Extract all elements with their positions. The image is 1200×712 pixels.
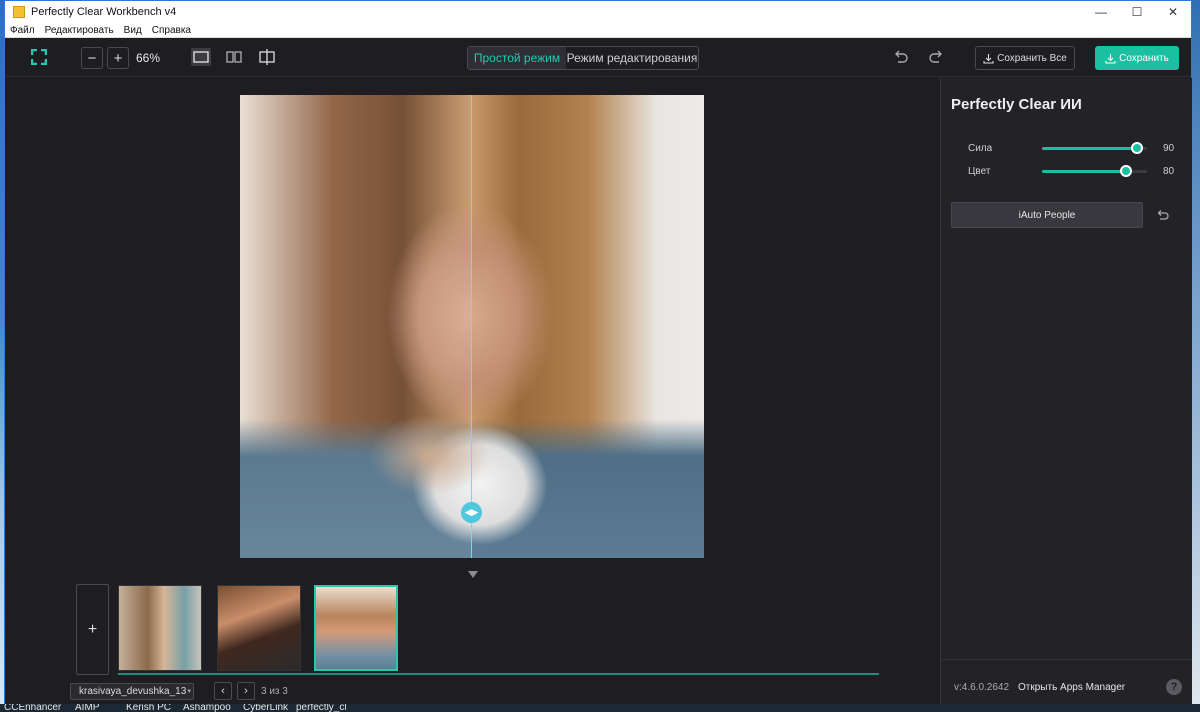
toolbar: − + 66% Простой режим Режим редактирован… xyxy=(5,39,1191,77)
chevron-down-icon: ▼ xyxy=(186,688,193,695)
version-text: v:4.6.0.2642 xyxy=(954,682,1010,693)
strength-label: Сила xyxy=(968,143,993,154)
title-bar: Perfectly Clear Workbench v4 — ☐ ✕ xyxy=(5,1,1191,23)
color-slider-thumb[interactable] xyxy=(1120,165,1132,177)
strength-slider-thumb[interactable] xyxy=(1130,142,1143,154)
panel-footer: v:4.6.0.2642 Открыть Apps Manager ? xyxy=(941,659,1192,706)
menu-file[interactable]: Файл xyxy=(5,25,40,36)
maximize-button[interactable]: ☐ xyxy=(1119,1,1155,23)
color-label: Цвет xyxy=(968,166,991,177)
save-all-button[interactable]: Сохранить Все xyxy=(975,46,1075,70)
prev-image-button[interactable]: ‹ xyxy=(214,682,232,700)
image-counter: 3 из 3 xyxy=(261,686,288,697)
single-view-icon xyxy=(193,51,209,63)
split-handle-icon[interactable]: ◀▶ xyxy=(461,502,482,523)
thumbnail-3[interactable] xyxy=(314,585,398,671)
app-window: Perfectly Clear Workbench v4 — ☐ ✕ Файл … xyxy=(4,0,1192,706)
strength-value: 90 xyxy=(1163,143,1175,154)
side-by-side-icon xyxy=(226,51,242,63)
side-by-side-button[interactable] xyxy=(224,48,244,66)
download-icon xyxy=(983,53,994,64)
menu-bar: Файл Редактировать Вид Справка xyxy=(5,23,1191,38)
canvas-area: ◀▶ + krasivaya_devushka_13 ▼ ‹ › 3 из 3 xyxy=(5,78,939,706)
simple-mode-tab[interactable]: Простой режим xyxy=(468,47,566,69)
taskbar-item[interactable]: Ashampoo xyxy=(183,704,231,712)
preset-button[interactable]: iAuto People xyxy=(951,202,1143,228)
window-title: Perfectly Clear Workbench v4 xyxy=(31,6,177,18)
reset-icon[interactable] xyxy=(1156,208,1170,222)
color-slider[interactable] xyxy=(1042,165,1147,177)
taskbar-item[interactable]: Kerish PC xyxy=(126,704,171,712)
thumbnail-1[interactable] xyxy=(118,585,202,671)
strength-slider[interactable] xyxy=(1042,142,1147,154)
split-line[interactable] xyxy=(471,95,472,558)
thumbnail-2[interactable] xyxy=(217,585,301,671)
taskbar-item[interactable]: CyberLink xyxy=(243,704,288,712)
desktop-edge xyxy=(1192,0,1200,704)
logo-icon xyxy=(31,49,47,65)
color-slider-fill xyxy=(1042,170,1126,173)
file-name: krasivaya_devushka_13 xyxy=(79,686,187,697)
zoom-out-button[interactable]: − xyxy=(81,47,103,69)
adjustments-panel: Perfectly Clear ИИ Сила 90 Цвет 80 iAuto… xyxy=(940,78,1192,706)
menu-help[interactable]: Справка xyxy=(147,25,196,36)
strength-slider-fill xyxy=(1042,147,1137,150)
undo-icon[interactable] xyxy=(893,49,909,65)
taskbar-item[interactable]: perfectly_cl xyxy=(296,704,347,712)
collapse-filmstrip-icon[interactable] xyxy=(468,571,478,578)
save-button[interactable]: Сохранить xyxy=(1095,46,1179,70)
close-button[interactable]: ✕ xyxy=(1155,1,1191,23)
edit-mode-tab[interactable]: Режим редактирования xyxy=(566,47,698,69)
color-value: 80 xyxy=(1163,166,1175,177)
panel-title: Perfectly Clear ИИ xyxy=(951,96,1082,113)
save-label: Сохранить xyxy=(1119,52,1169,64)
menu-edit[interactable]: Редактировать xyxy=(40,25,119,36)
download-icon xyxy=(1105,53,1116,64)
apps-manager-link[interactable]: Открыть Apps Manager xyxy=(1018,682,1125,693)
zoom-level: 66% xyxy=(136,51,161,65)
add-image-button[interactable]: + xyxy=(76,584,109,675)
single-view-button[interactable] xyxy=(191,48,211,66)
split-view-button[interactable] xyxy=(257,48,277,66)
app-icon xyxy=(13,6,25,18)
main-photo xyxy=(240,95,704,558)
taskbar-item[interactable]: AIMP xyxy=(75,704,99,712)
file-select[interactable]: krasivaya_devushka_13 ▼ xyxy=(70,683,194,700)
minimize-button[interactable]: — xyxy=(1083,1,1119,23)
next-image-button[interactable]: › xyxy=(237,682,255,700)
filmstrip-scrollbar[interactable] xyxy=(118,673,879,675)
mode-switch: Простой режим Режим редактирования xyxy=(467,46,699,70)
redo-icon[interactable] xyxy=(928,49,944,65)
taskbar: CCEnhancer AIMP Kerish PC Ashampoo Cyber… xyxy=(0,704,1200,712)
save-all-label: Сохранить Все xyxy=(997,52,1067,64)
split-view-icon xyxy=(259,49,275,65)
taskbar-item[interactable]: CCEnhancer xyxy=(4,704,61,712)
zoom-in-button[interactable]: + xyxy=(107,47,129,69)
menu-view[interactable]: Вид xyxy=(119,25,147,36)
before-overlay xyxy=(240,95,472,558)
help-icon[interactable]: ? xyxy=(1166,679,1182,695)
